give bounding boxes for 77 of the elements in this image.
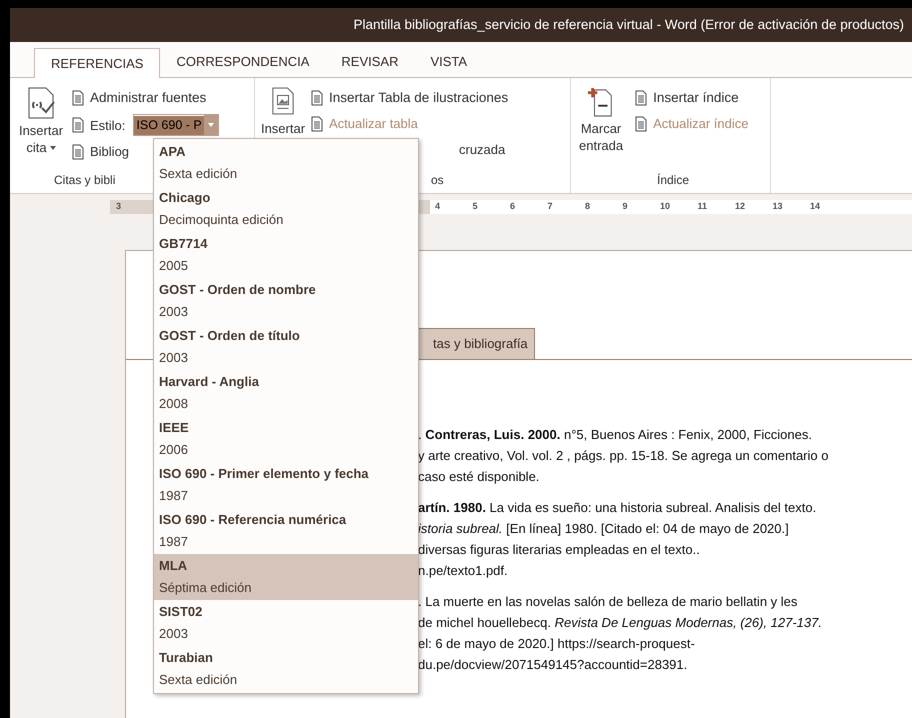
style-option[interactable]: GB7714 2005 [154, 232, 418, 278]
style-option[interactable]: SIST02 2003 [154, 600, 418, 646]
manage-sources-button[interactable]: Administrar fuentes [70, 88, 219, 108]
ruler-number: 11 [698, 200, 708, 214]
ruler-number: 9 [622, 200, 628, 214]
group-label: os [431, 172, 444, 189]
style-dropdown[interactable]: ISO 690 - P [133, 114, 219, 136]
style-edition: 1987 [159, 487, 189, 505]
style-name: ISO 690 - Referencia numérica [159, 511, 348, 529]
style-name: IEEE [159, 419, 190, 437]
style-edition: 2008 [159, 395, 189, 413]
ruler-number: 12 [735, 200, 746, 214]
ruler-number: 10 [660, 200, 670, 214]
ruler-number: 3 [116, 200, 122, 214]
bibliography-line: istoria subreal. [En línea] 1980. [Citado el: 04 de mayo de 2020.] [418, 520, 790, 538]
style-option[interactable]: Turabian Sexta edición [154, 646, 418, 692]
style-option[interactable]: APA Sexta edición [154, 140, 418, 186]
style-edition: Séptima edición [159, 579, 252, 597]
style-edition: 2003 [159, 625, 189, 643]
style-option[interactable]: Harvard - Anglia 2008 [154, 370, 418, 416]
caret-icon [50, 146, 56, 150]
bibliography-line: du.pe/docview/2071549145?accountid=28391. [418, 656, 688, 674]
insert-citation-button[interactable]: Insertar cita [18, 86, 64, 171]
ruler-number: 6 [510, 200, 516, 214]
style-name: Turabian [159, 649, 214, 667]
style-edition: 2005 [159, 257, 189, 275]
style-edition: 2003 [159, 349, 189, 367]
bibliography-line: artín. 1980. La vida es sueño: una historia subreal. Analisis del texto. [418, 499, 818, 517]
style-option[interactable]: ISO 690 - Primer elemento y fecha 1987 [154, 462, 418, 508]
caption-icon [271, 86, 295, 116]
cross-reference-button[interactable]: cruzada [459, 140, 506, 160]
mark-entry-button[interactable]: Marcar entrada [579, 86, 624, 171]
style-name: Harvard - Anglia [159, 373, 260, 391]
ribbon-tab[interactable]: VISTA [414, 47, 484, 77]
group-label: Índice [657, 172, 690, 189]
window-title: Plantilla bibliografías_servicio de referencia virtual - Word (Error de activación de productos) [353, 16, 904, 34]
style-name: SIST02 [159, 603, 204, 621]
ruler-number: 8 [585, 200, 590, 214]
style-name: GOST - Orden de nombre [159, 281, 317, 299]
style-name: MLA [159, 557, 188, 575]
bibliography-line: diversas figuras literarias empleadas en el texto.. [418, 541, 701, 559]
style-name: GB7714 [159, 235, 208, 253]
bibliography-line: de michel houellebecq. Revista De Lenguas Modernas, (26), 127-137. [418, 614, 823, 632]
ribbon-tab[interactable]: REFERENCIAS [34, 48, 160, 78]
style-edition: 2006 [159, 441, 189, 459]
ribbon-tab[interactable]: REVISAR [325, 47, 414, 77]
ruler-number: 7 [548, 200, 553, 214]
style-name: ISO 690 - Primer elemento y fecha [159, 465, 370, 483]
style-edition: 2003 [159, 303, 189, 321]
ruler-number: 14 [810, 200, 820, 214]
ruler-number: 4 [435, 200, 440, 214]
insert-index-button[interactable]: Insertar índice [633, 88, 748, 108]
style-edition: Sexta edición [159, 671, 238, 689]
style-option[interactable]: GOST - Orden de nombre 2003 [154, 278, 418, 324]
style-option[interactable]: Chicago Decimoquinta edición [154, 186, 418, 232]
bibliography-line: . La muerte en las novelas salón de belleza de mario bellatin y les [418, 593, 798, 611]
style-option[interactable]: ISO 690 - Referencia numérica 1987 [154, 508, 418, 554]
ruler-number: 5 [472, 200, 478, 214]
style-edition: 1987 [159, 533, 189, 551]
ruler-number: 13 [772, 200, 783, 214]
insert-table-of-figures-button[interactable]: Insertar Tabla de ilustraciones [309, 88, 508, 108]
style-option[interactable]: MLA Séptima edición [154, 554, 418, 600]
style-name: Chicago [159, 189, 212, 207]
style-label: Estilo: [90, 116, 126, 134]
caret-icon [208, 123, 214, 128]
group-label: Citas y bibli [54, 172, 116, 189]
bibliography-line: caso esté disponible. [418, 468, 540, 486]
bibliography-line: . Contreras, Luis. 2000. n°5, Buenos Aires : Fenix, 2000, Ficciones. [418, 426, 813, 444]
style-edition: Decimoquinta edición [159, 211, 284, 229]
insert-caption-button[interactable]: Insertar [260, 122, 306, 136]
style-name: APA [159, 143, 186, 161]
style-edition: Sexta edición [159, 165, 238, 183]
ribbon-tab[interactable]: CORRESPONDENCIA [160, 47, 326, 77]
citation-icon [26, 86, 56, 120]
bibliography-line: n.pe/texto1.pdf. [418, 562, 509, 580]
style-option[interactable]: IEEE 2006 [154, 416, 418, 462]
bibliography-line: el: 6 de mayo de 2020.] https://search-proquest- [418, 635, 696, 653]
